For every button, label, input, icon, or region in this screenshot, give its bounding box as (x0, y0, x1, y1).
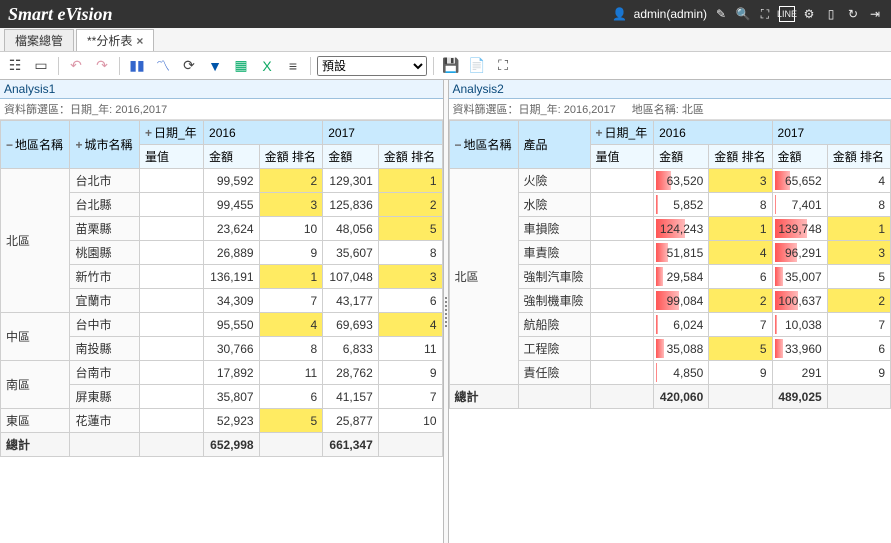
grid-analysis1[interactable]: −地區名稱+城市名稱+日期_年20162017量值金額金額 排名金額金額 排名北… (0, 120, 443, 543)
filter-row: 資料篩選區：日期_年: 2016,2017 (0, 99, 443, 120)
edit-icon[interactable]: ✎ (713, 6, 729, 22)
line-icon[interactable]: LINE (779, 6, 795, 22)
expand-icon[interactable]: ⛶ (492, 55, 514, 77)
bar-chart-icon[interactable]: ▮▮ (126, 55, 148, 77)
pane-analysis1: Analysis1 資料篩選區：日期_年: 2016,2017 −地區名稱+城市… (0, 80, 443, 543)
filter-item[interactable]: 地區名稱: 北區 (632, 101, 704, 117)
tab-file-manager[interactable]: 檔案總管 (4, 29, 74, 51)
refresh-icon[interactable]: ↻ (845, 6, 861, 22)
table-row[interactable]: 北區台北市99,5922129,3011 (1, 169, 443, 193)
table-row[interactable]: 南區台南市17,8921128,7629 (1, 361, 443, 385)
logout-icon[interactable]: ⇥ (867, 6, 883, 22)
workspace: Analysis1 資料篩選區：日期_年: 2016,2017 −地區名稱+城市… (0, 80, 891, 543)
filter-item[interactable]: 日期_年: 2016,2017 (70, 104, 167, 116)
fullscreen-icon[interactable]: ⛶ (757, 6, 773, 22)
list-icon[interactable]: ≡ (282, 55, 304, 77)
gear-icon[interactable]: ⚙ (801, 6, 817, 22)
total-row: 總計420,060489,025 (449, 385, 891, 409)
filter-item[interactable]: 日期_年: 2016,2017 (519, 104, 616, 116)
table-row[interactable]: 東區花蓮市52,923525,87710 (1, 409, 443, 433)
preset-select[interactable]: 預設 (317, 56, 427, 76)
table-row[interactable]: 北區火險63,520365,6524 (449, 169, 891, 193)
pane-title: Analysis2 (449, 80, 891, 99)
mobile-icon[interactable]: ▯ (823, 6, 839, 22)
save-icon[interactable]: 💾 (440, 55, 462, 77)
undo-icon[interactable]: ↶ (65, 55, 87, 77)
app-header: Smart eVision 👤 admin(admin) ✎ 🔍 ⛶ LINE … (0, 0, 891, 28)
user-icon[interactable]: 👤 (612, 6, 628, 22)
filter-prefix: 資料篩選區： (4, 104, 70, 116)
header-right: 👤 admin(admin) ✎ 🔍 ⛶ LINE ⚙ ▯ ↻ ⇥ (612, 6, 883, 22)
layout-icon[interactable]: ▭ (30, 55, 52, 77)
grid-analysis2[interactable]: −地區名稱產品+日期_年20162017量值金額金額 排名金額金額 排名北區火險… (449, 120, 891, 543)
close-icon[interactable]: × (136, 34, 143, 48)
reload-icon[interactable]: ⟳ (178, 55, 200, 77)
table-row[interactable]: 中區台中市95,550469,6934 (1, 313, 443, 337)
total-row: 總計652,998661,347 (1, 433, 443, 457)
highlight-icon[interactable]: ▦ (230, 55, 252, 77)
filter-row: 資料篩選區：日期_年: 2016,2017 地區名稱: 北區 (449, 99, 891, 120)
filter-prefix: 資料篩選區： (453, 104, 519, 116)
pane-title: Analysis1 (0, 80, 443, 99)
user-label: admin(admin) (634, 7, 707, 21)
app-title: Smart eVision (8, 4, 612, 25)
toolbar: ☷ ▭ ↶ ↷ ▮▮ 〽 ⟳ ▼ ▦ X ≡ 預設 💾 📄 ⛶ (0, 52, 891, 80)
pane-analysis2: Analysis2 資料篩選區：日期_年: 2016,2017 地區名稱: 北區… (449, 80, 891, 543)
tab-analysis[interactable]: **分析表 × (76, 29, 154, 51)
search-icon[interactable]: 🔍 (735, 6, 751, 22)
tree-icon[interactable]: ☷ (4, 55, 26, 77)
tab-label: 檔案總管 (15, 32, 63, 49)
tab-label: **分析表 (87, 32, 132, 49)
filter-icon[interactable]: ▼ (204, 55, 226, 77)
line-chart-icon[interactable]: 〽 (152, 55, 174, 77)
redo-icon[interactable]: ↷ (91, 55, 113, 77)
tab-bar: 檔案總管 **分析表 × (0, 28, 891, 52)
save-as-icon[interactable]: 📄 (466, 55, 488, 77)
excel-icon[interactable]: X (256, 55, 278, 77)
